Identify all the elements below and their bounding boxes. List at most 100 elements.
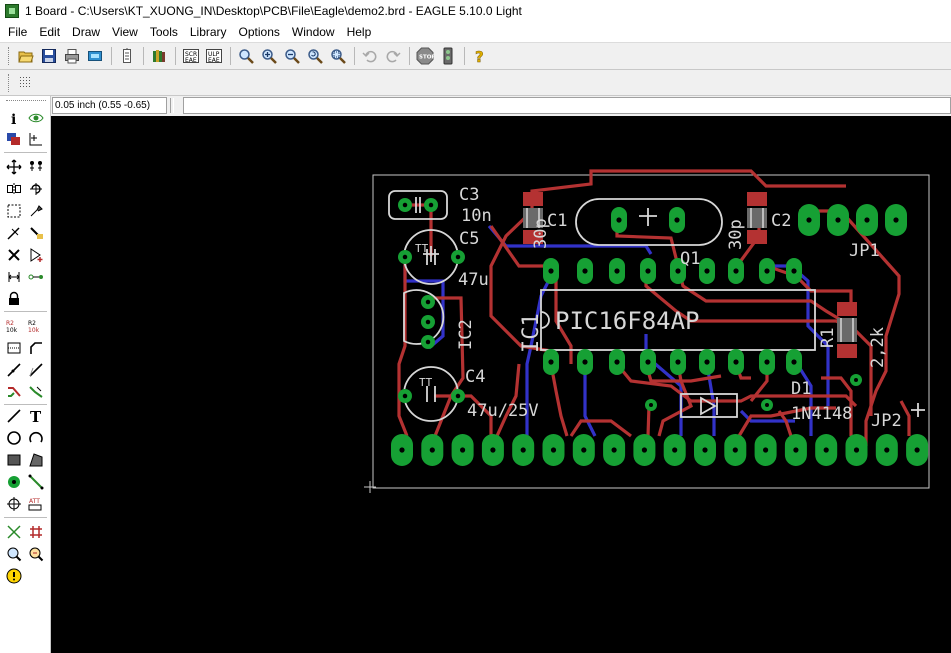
- menu-window[interactable]: Window: [286, 22, 341, 42]
- pad-drill-hole: [649, 403, 653, 407]
- pinswap-icon[interactable]: [4, 267, 24, 287]
- arc-icon[interactable]: [26, 428, 46, 448]
- lock-icon[interactable]: [4, 289, 24, 309]
- pad-drill-hole: [853, 447, 860, 453]
- cam-icon[interactable]: [84, 45, 106, 67]
- auto-router-icon[interactable]: [26, 522, 46, 542]
- stop-icon[interactable]: STOP: [414, 45, 436, 67]
- replace-icon[interactable]: [26, 267, 46, 287]
- window-title: 1 Board - C:\Users\KT_XUONG_IN\Desktop\P…: [25, 4, 522, 18]
- palette-grip[interactable]: [6, 100, 46, 103]
- svg-text:EAE: EAE: [185, 57, 197, 64]
- miter-icon[interactable]: [26, 338, 46, 358]
- optimize-icon[interactable]: [26, 360, 46, 380]
- errors-icon[interactable]: [26, 544, 46, 564]
- pad-drill-hole: [550, 447, 557, 453]
- warning-icon[interactable]: [4, 566, 24, 586]
- rotate-icon[interactable]: [26, 179, 46, 199]
- help-icon[interactable]: ?: [469, 45, 491, 67]
- menu-help[interactable]: Help: [341, 22, 378, 42]
- script-icon[interactable]: SCR EAE: [180, 45, 202, 67]
- label-tt2: TT: [419, 376, 433, 389]
- pad-drill-hole: [763, 447, 769, 453]
- pad-drill-hole: [581, 447, 587, 453]
- menu-file[interactable]: File: [2, 22, 33, 42]
- circle-icon[interactable]: [4, 428, 24, 448]
- mirror-icon[interactable]: [4, 179, 24, 199]
- toolbar-separator: [354, 47, 355, 65]
- zoom-select-icon[interactable]: [327, 45, 349, 67]
- label-r1-name: R1: [818, 328, 838, 348]
- label-c3-name: C3: [459, 185, 479, 205]
- label-c2-value: 30p: [726, 219, 746, 250]
- attribute-icon[interactable]: ATT: [26, 494, 46, 514]
- palette-separator: [4, 152, 47, 153]
- ripup-icon[interactable]: [26, 382, 46, 402]
- rect-icon[interactable]: [4, 450, 24, 470]
- copy-icon[interactable]: [26, 157, 46, 177]
- menu-options[interactable]: Options: [233, 22, 286, 42]
- pcb-board[interactable]: C3 10n C5 47u 30p C1 30p C2 Q1 JP1 IC1 P…: [51, 116, 951, 653]
- print-icon[interactable]: [61, 45, 83, 67]
- hole-icon[interactable]: [4, 494, 24, 514]
- menu-draw[interactable]: Draw: [66, 22, 106, 42]
- change-icon[interactable]: [26, 201, 46, 221]
- pad-drill-hole: [702, 447, 708, 453]
- label-c1-name: C1: [547, 211, 567, 231]
- signal-icon[interactable]: [26, 472, 46, 492]
- save-icon[interactable]: [38, 45, 60, 67]
- pad-drill-hole: [854, 378, 858, 382]
- name-icon[interactable]: R2 10k: [4, 316, 24, 336]
- label-ic1-value: PIC16F84AP: [555, 307, 700, 335]
- pad-drill-hole: [548, 268, 554, 274]
- drc-icon[interactable]: [4, 544, 24, 564]
- smash-icon[interactable]: [26, 223, 46, 243]
- ratsnest-icon[interactable]: [4, 522, 24, 542]
- delete-icon[interactable]: [4, 245, 24, 265]
- menu-library[interactable]: Library: [184, 22, 233, 42]
- redo-icon[interactable]: [382, 45, 404, 67]
- via-icon[interactable]: [4, 472, 24, 492]
- text-icon[interactable]: T: [26, 406, 46, 426]
- add-icon[interactable]: [26, 245, 46, 265]
- ulp-icon[interactable]: ULP EAE: [203, 45, 225, 67]
- show-icon[interactable]: [26, 108, 46, 128]
- board-canvas[interactable]: C3 10n C5 47u 30p C1 30p C2 Q1 JP1 IC1 P…: [51, 116, 951, 653]
- polygon-icon[interactable]: [26, 450, 46, 470]
- zoom-fit-icon[interactable]: [235, 45, 257, 67]
- wire-icon[interactable]: [4, 406, 24, 426]
- coordinate-splitter[interactable]: [170, 98, 174, 113]
- command-line-input[interactable]: [183, 97, 951, 114]
- library-icon[interactable]: [148, 45, 170, 67]
- zoom-in-icon[interactable]: [258, 45, 280, 67]
- pad-drill-hole: [791, 359, 797, 365]
- coordinate-readout: 0.05 inch (0.55 -0.65): [52, 97, 167, 114]
- display-icon[interactable]: [4, 129, 24, 149]
- label-c5-value: 47u: [458, 270, 489, 290]
- toolbar-grip[interactable]: [8, 47, 11, 65]
- route-icon[interactable]: [4, 382, 24, 402]
- pad-drill-hole: [675, 359, 681, 365]
- split-icon[interactable]: [4, 338, 24, 358]
- info-icon[interactable]: i: [4, 108, 24, 128]
- open-icon[interactable]: [15, 45, 37, 67]
- menu-edit[interactable]: Edit: [33, 22, 66, 42]
- mark-icon[interactable]: [26, 129, 46, 149]
- menu-view[interactable]: View: [106, 22, 144, 42]
- zoom-redraw-icon[interactable]: [304, 45, 326, 67]
- eagle-app-icon[interactable]: [5, 4, 19, 18]
- toolbar-grip[interactable]: [8, 73, 11, 92]
- grid-icon[interactable]: [15, 72, 37, 94]
- go-icon[interactable]: [437, 45, 459, 67]
- paste-icon[interactable]: [4, 223, 24, 243]
- sheet-icon[interactable]: [116, 45, 138, 67]
- group-icon[interactable]: [4, 201, 24, 221]
- split-wire-icon[interactable]: [4, 360, 24, 380]
- undo-icon[interactable]: [359, 45, 381, 67]
- label-ic1-name: IC1: [519, 313, 544, 353]
- move-icon[interactable]: [4, 157, 24, 177]
- zoom-out-icon[interactable]: [281, 45, 303, 67]
- value-icon[interactable]: R2 10k: [26, 316, 46, 336]
- menu-tools[interactable]: Tools: [144, 22, 184, 42]
- label-d1-value: 1N4148: [791, 404, 852, 424]
